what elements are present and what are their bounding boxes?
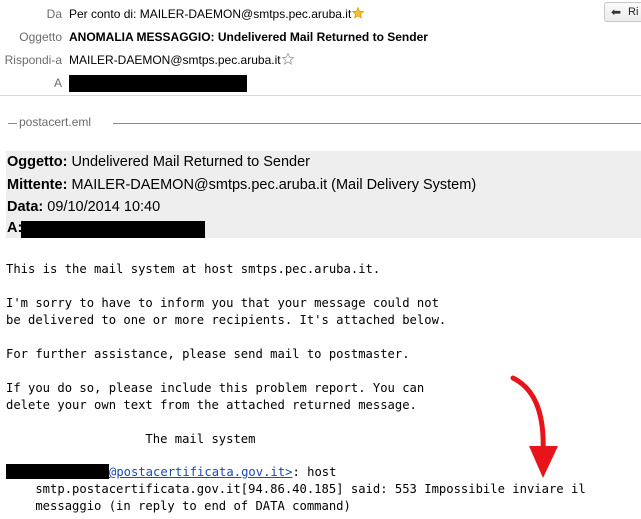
body-line: be delivered to one or more recipients. … bbox=[6, 313, 447, 327]
recipient-link[interactable]: @postacertificata.gov.it> bbox=[109, 465, 292, 479]
msg-date-row: Data: 09/10/2014 10:40 bbox=[7, 197, 160, 218]
divider-left bbox=[8, 123, 17, 124]
msg-sender-value: MAILER-DAEMON@smtps.pec.aruba.it (Mail D… bbox=[71, 177, 477, 193]
reply-to-address[interactable]: MAILER-DAEMON@smtps.pec.aruba.it bbox=[69, 53, 281, 67]
subject-row: Oggetto ANOMALIA MESSAGGIO: Undelivered … bbox=[0, 27, 641, 47]
star-icon[interactable] bbox=[352, 5, 365, 25]
attachment-separator: postacert.eml bbox=[8, 115, 641, 130]
divider-right bbox=[113, 123, 641, 124]
msg-date-value: 09/10/2014 10:40 bbox=[47, 199, 161, 215]
from-row: Da Per conto di: MAILER-DAEMON@smtps.pec… bbox=[0, 4, 641, 24]
redacted-msg-recipient bbox=[21, 221, 205, 238]
body-line: This is the mail system at host smtps.pe… bbox=[6, 262, 381, 276]
recipient-suffix: : host bbox=[292, 465, 337, 479]
signature-line: The mail system bbox=[6, 432, 256, 446]
redacted-recipient bbox=[69, 75, 247, 92]
header-divider bbox=[0, 95, 641, 96]
body-line: If you do so, please include this proble… bbox=[6, 381, 425, 395]
body-line: For further assistance, please send mail… bbox=[6, 347, 410, 361]
subject-value: ANOMALIA MESSAGGIO: Undelivered Mail Ret… bbox=[69, 30, 428, 44]
msg-to-row: A: bbox=[7, 218, 205, 239]
star-outline-icon[interactable] bbox=[281, 51, 295, 71]
to-row: A bbox=[0, 73, 641, 93]
error-line: messaggio (in reply to end of DATA comma… bbox=[6, 499, 351, 513]
msg-date-label: Data: bbox=[7, 199, 44, 215]
msg-subject-label: Oggetto: bbox=[7, 154, 68, 170]
red-annotation-arrow-icon bbox=[510, 375, 558, 478]
error-line: smtp.postacertificata.gov.it[94.86.40.18… bbox=[6, 482, 586, 496]
msg-sender-label: Mittente: bbox=[7, 177, 68, 193]
reply-to-row: Rispondi-a MAILER-DAEMON@smtps.pec.aruba… bbox=[0, 50, 641, 70]
body-line: delete your own text from the attached r… bbox=[6, 398, 417, 412]
reply-arrow-icon: ⬅ bbox=[611, 5, 622, 19]
attachment-name[interactable]: postacert.eml bbox=[19, 115, 91, 129]
subject-label: Oggetto bbox=[19, 30, 62, 44]
msg-subject-value: Undelivered Mail Returned to Sender bbox=[71, 154, 311, 170]
from-label: Da bbox=[46, 7, 62, 21]
recipient-line: @postacertificata.gov.it>: host bbox=[6, 464, 336, 481]
body-line: I'm sorry to have to inform you that you… bbox=[6, 296, 439, 310]
forwarded-message-header: Oggetto: Undelivered Mail Returned to Se… bbox=[6, 151, 641, 238]
msg-subject-row: Oggetto: Undelivered Mail Returned to Se… bbox=[7, 152, 310, 173]
from-value[interactable]: Per conto di: MAILER-DAEMON@smtps.pec.ar… bbox=[69, 4, 365, 25]
to-label: A bbox=[53, 76, 62, 90]
redacted-local-part bbox=[6, 464, 109, 479]
reply-to-value[interactable]: MAILER-DAEMON@smtps.pec.aruba.it bbox=[69, 50, 295, 71]
reply-button-label: Ri bbox=[628, 6, 639, 18]
reply-button[interactable]: ⬅ Ri bbox=[604, 2, 641, 22]
message-header-pane: Da Per conto di: MAILER-DAEMON@smtps.pec… bbox=[0, 0, 641, 96]
from-address[interactable]: Per conto di: MAILER-DAEMON@smtps.pec.ar… bbox=[69, 7, 351, 21]
msg-sender-row: Mittente: MAILER-DAEMON@smtps.pec.aruba.… bbox=[7, 175, 476, 196]
reply-to-label: Rispondi-a bbox=[4, 53, 62, 67]
